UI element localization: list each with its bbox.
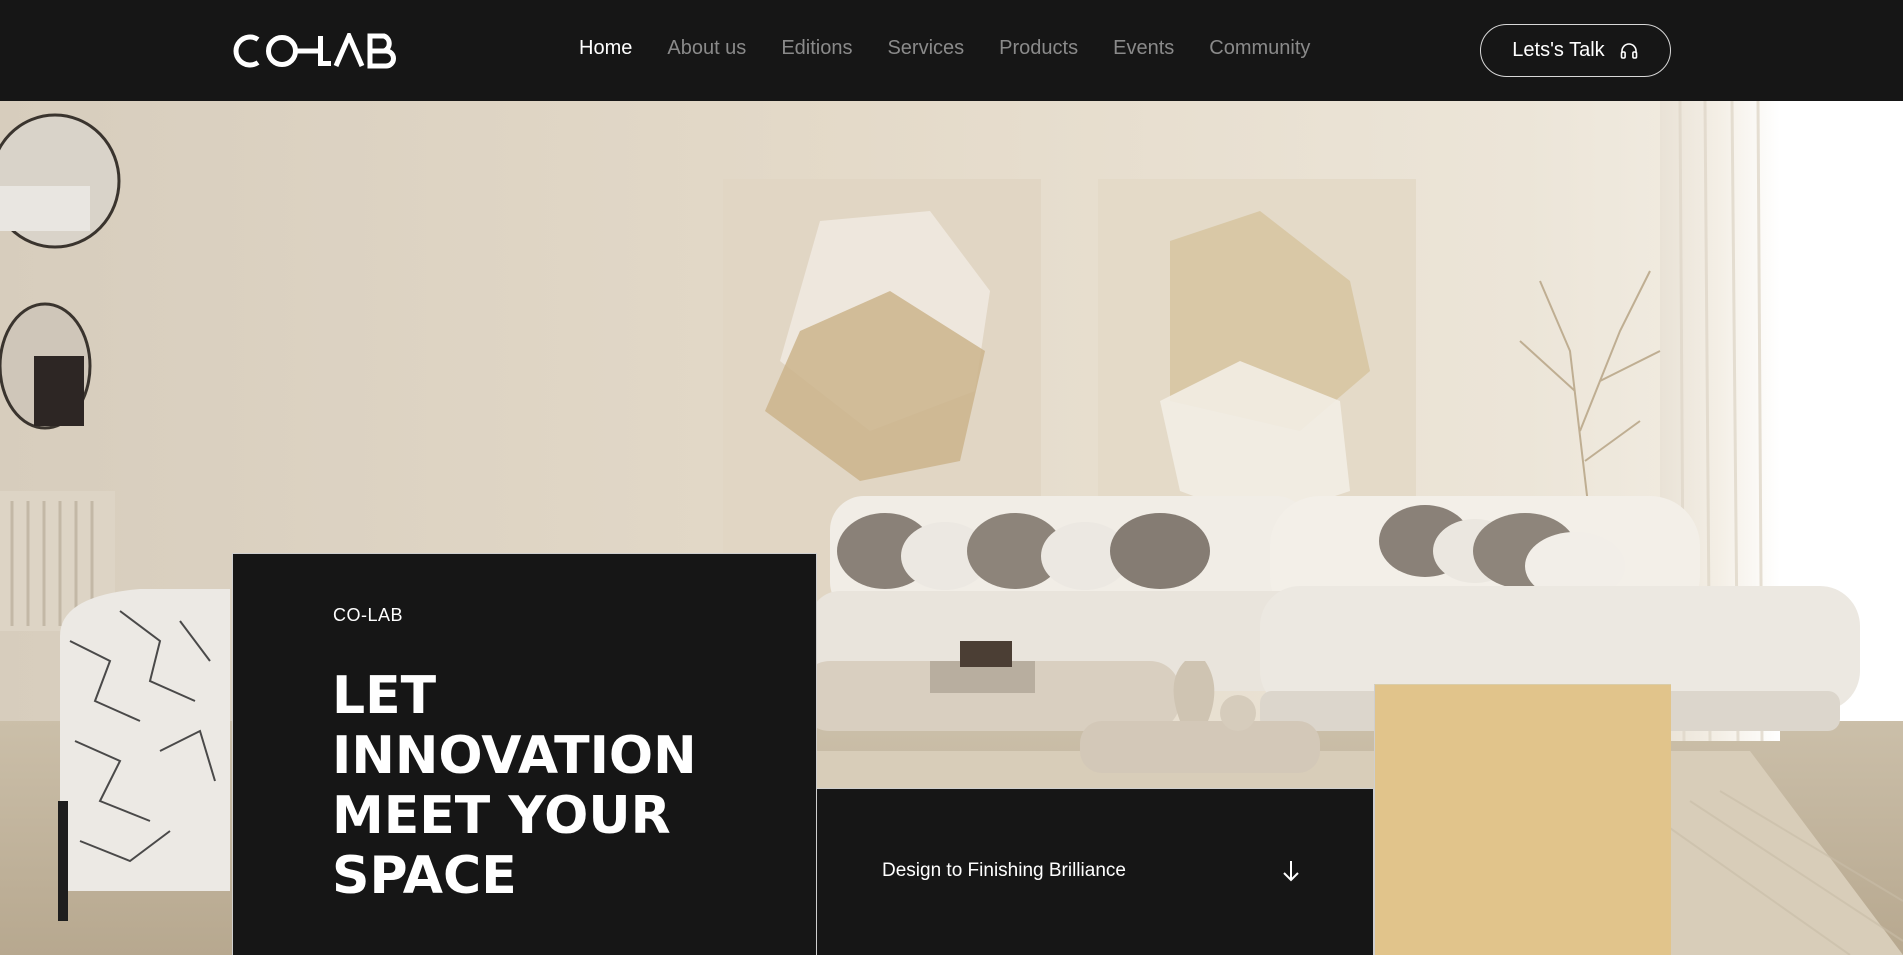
logo-wordmark [233, 33, 396, 69]
nav-item-about-us[interactable]: About us [667, 37, 746, 60]
main-nav: Home About us Editions Services Products… [579, 37, 1345, 60]
nav-item-editions[interactable]: Editions [781, 37, 852, 60]
design-to-finishing-label: Design to Finishing Brilliance [882, 860, 1126, 881]
nav-item-products[interactable]: Products [999, 37, 1078, 60]
lets-talk-button[interactable]: Lets's Talk [1480, 24, 1671, 77]
nav-item-home[interactable]: Home [579, 37, 632, 60]
arrow-down-icon[interactable] [1281, 859, 1301, 887]
design-to-finishing-card[interactable]: Design to Finishing Brilliance [817, 788, 1374, 955]
nav-item-community[interactable]: Community [1209, 37, 1310, 60]
hero-headline: LET INNOVATION MEET YOUR SPACE [332, 666, 697, 906]
brand-logo[interactable] [232, 31, 418, 71]
hero-eyebrow: CO-LAB [333, 605, 404, 625]
gold-accent-block [1374, 684, 1671, 955]
hero-text-card: CO-LAB LET INNOVATION MEET YOUR SPACE [232, 553, 817, 955]
lets-talk-label: Lets's Talk [1512, 39, 1605, 61]
headphones-icon [1619, 41, 1639, 61]
site-header: Home About us Editions Services Products… [0, 0, 1903, 101]
nav-item-services[interactable]: Services [887, 37, 964, 60]
nav-item-events[interactable]: Events [1113, 37, 1174, 60]
